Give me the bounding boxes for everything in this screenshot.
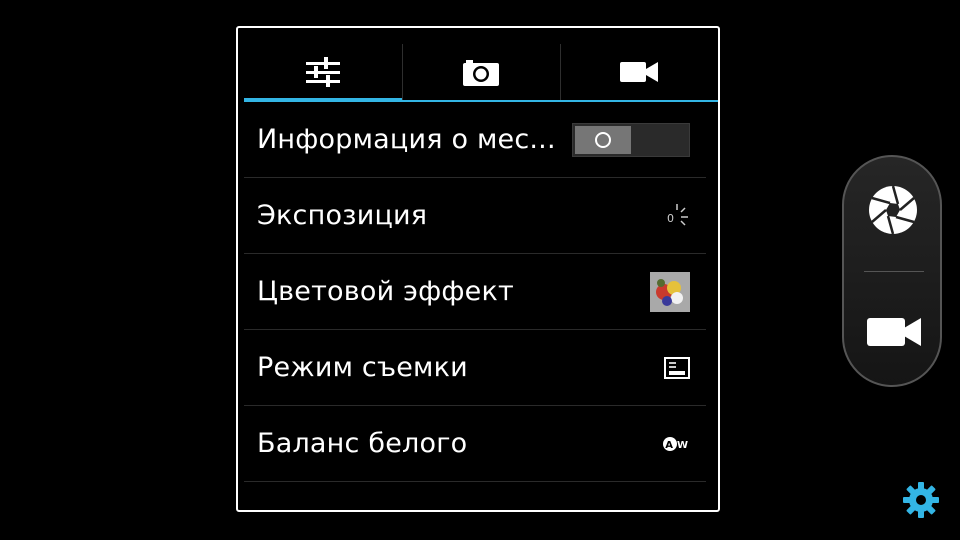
scene-mode-icon [664,356,690,379]
location-toggle[interactable] [572,122,690,157]
settings-panel: Информация о мес... Экспозиция 0 Цветово… [236,26,720,512]
off-circle-icon [595,131,611,148]
color-effect-thumbnail [650,271,690,312]
tab-video-settings[interactable] [560,42,718,102]
setting-label: Экспозиция [257,200,428,231]
exposure-icon: 0 [664,203,690,229]
svg-text:A: A [665,440,673,451]
setting-exposure[interactable]: Экспозиция 0 [244,178,706,254]
setting-label: Информация о мес... [257,124,556,155]
settings-tabs [244,42,718,102]
setting-scene-mode[interactable]: Режим съемки [244,330,706,406]
shutter-divider [864,271,924,272]
gear-icon [903,482,939,518]
setting-label: Цветовой эффект [257,276,514,307]
shutter-control [842,155,942,387]
aperture-icon [869,185,917,235]
svg-text:0: 0 [667,212,674,225]
settings-list: Информация о мес... Экспозиция 0 Цветово… [244,102,706,510]
setting-partially-visible[interactable] [244,482,706,510]
setting-white-balance[interactable]: Баланс белого A W [244,406,706,482]
white-balance-auto-icon: A W [662,435,690,453]
svg-text:W: W [677,440,688,451]
setting-color-effect[interactable]: Цветовой эффект [244,254,706,330]
video-camera-icon [867,318,921,346]
photo-shutter-button[interactable] [868,185,918,235]
settings-gear-button[interactable] [902,481,940,519]
setting-label: Режим съемки [257,352,468,383]
setting-location-info[interactable]: Информация о мес... [244,102,706,178]
toggle-thumb[interactable] [575,125,631,154]
sliders-icon [306,57,340,87]
video-record-button[interactable] [867,315,921,349]
setting-label: Баланс белого [257,428,468,459]
tab-photo-settings[interactable] [402,42,560,102]
tab-general-settings[interactable] [244,42,402,102]
video-camera-icon [620,62,658,82]
camera-icon [463,60,499,86]
